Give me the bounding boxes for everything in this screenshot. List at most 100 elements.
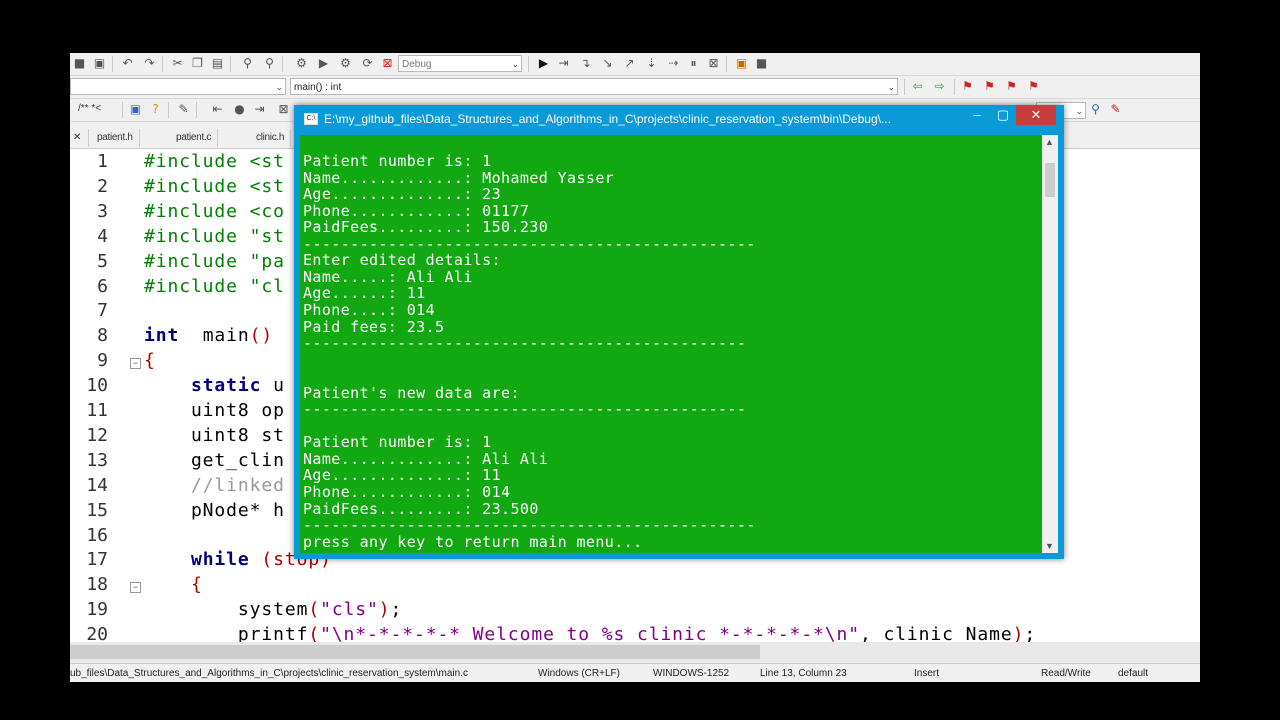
replace-icon[interactable]: ⚲ <box>262 56 277 71</box>
copy-icon[interactable]: ❐ <box>190 56 205 71</box>
console-line: Age..............: 23 <box>303 185 502 204</box>
code-line[interactable]: #include "st <box>144 226 285 247</box>
tab-patient-c[interactable]: patient.c <box>170 129 219 147</box>
code-line[interactable]: int main() <box>144 325 273 346</box>
prev-change-icon[interactable]: ⇤ <box>210 102 225 117</box>
debug-run-icon[interactable]: ▶ <box>536 56 551 71</box>
rebuild-icon[interactable]: ⟳ <box>360 56 375 71</box>
code-line[interactable]: printf("\n*-*-*-*-* Welcome to %s clinic… <box>144 624 1036 642</box>
encoding: WINDOWS-1252 <box>653 668 730 679</box>
code-token: , clinic_Name <box>859 624 1013 642</box>
undo-icon[interactable]: ↶ <box>120 56 135 71</box>
line-number: 20 <box>86 624 108 642</box>
tab-patient-h[interactable]: patient.h <box>91 129 140 147</box>
bookmark-toggle-icon[interactable]: ⚑ <box>960 79 975 94</box>
code-token: #include <st <box>144 175 285 197</box>
build-target-combo[interactable]: Debug ⌄ <box>398 55 522 72</box>
find-icon[interactable]: ⚲ <box>240 56 255 71</box>
next-line-icon[interactable]: ↴ <box>578 56 593 71</box>
save-icon[interactable]: ■ <box>72 56 87 71</box>
code-line[interactable]: #include <st <box>144 176 285 197</box>
code-line[interactable]: { <box>144 574 203 595</box>
comment-block-button[interactable]: /** *< <box>78 103 101 114</box>
fold-toggle-icon[interactable]: − <box>130 358 141 370</box>
line-number: 19 <box>86 599 108 621</box>
line-number: 18 <box>86 574 108 596</box>
code-line[interactable]: //linked <box>144 475 285 496</box>
code-line[interactable]: #include <co <box>144 201 285 222</box>
status-bar: ub_files\Data_Structures_and_Algorithms_… <box>70 663 1200 682</box>
bookmark-next-icon[interactable]: ⚑ <box>1004 79 1019 94</box>
close-tab-icon[interactable]: ✕ <box>70 129 89 147</box>
code-line[interactable]: static u <box>144 375 285 396</box>
doc-icon[interactable]: ▣ <box>128 102 143 117</box>
run-to-cursor-icon[interactable]: ⇥ <box>556 56 571 71</box>
pause-icon[interactable]: ⏸ <box>686 56 701 71</box>
step-instruction-icon[interactable]: ⇢ <box>666 56 681 71</box>
various-info-icon[interactable]: ■ <box>754 56 769 71</box>
code-token: pNode* h <box>144 499 285 521</box>
code-line[interactable]: uint8 st <box>144 425 285 446</box>
jump-forward-icon[interactable]: ⇨ <box>932 79 947 94</box>
save-all-icon[interactable]: ▣ <box>92 56 107 71</box>
maximize-icon[interactable]: ▢ <box>992 105 1014 125</box>
build-settings-icon[interactable]: ⚙ <box>294 56 309 71</box>
step-into-icon[interactable]: ↘ <box>600 56 615 71</box>
build-run-icon[interactable]: ⚙ <box>338 56 353 71</box>
scroll-down-icon[interactable]: ▼ <box>1045 541 1054 551</box>
code-line[interactable]: pNode* h <box>144 500 285 521</box>
code-token: //linked <box>190 474 285 496</box>
code-line[interactable]: { <box>144 350 156 371</box>
next-instruction-icon[interactable]: ⇣ <box>644 56 659 71</box>
code-line[interactable]: system("cls"); <box>144 599 402 620</box>
code-line[interactable]: #include "pa <box>144 251 285 272</box>
horizontal-scrollbar[interactable] <box>70 642 1200 662</box>
scrollbar-thumb[interactable] <box>70 645 760 659</box>
language: default <box>1118 668 1149 679</box>
paste-icon[interactable]: ▤ <box>210 56 225 71</box>
close-icon[interactable]: ⊠ <box>276 102 291 117</box>
debug-windows-icon[interactable]: ▣ <box>734 56 749 71</box>
scroll-up-icon[interactable]: ▲ <box>1045 137 1054 147</box>
abort-icon[interactable]: ⊠ <box>380 56 395 71</box>
console-titlebar[interactable]: C:\ E:\my_github_files\Data_Structures_a… <box>294 105 1064 133</box>
code-line[interactable]: uint8 op <box>144 400 285 421</box>
bookmark-prev-icon[interactable]: ⚑ <box>982 79 997 94</box>
fold-toggle-icon[interactable]: − <box>130 582 141 594</box>
code-line[interactable]: get_clin <box>144 450 285 471</box>
console-line: Phone....: 014 <box>303 300 436 319</box>
code-line[interactable]: #include "cl <box>144 276 285 297</box>
code-token: static <box>190 375 262 397</box>
code-line[interactable]: #include <st <box>144 151 285 172</box>
help-icon[interactable]: ? <box>148 102 163 117</box>
jump-back-icon[interactable]: ⇦ <box>910 79 925 94</box>
code-token: printf <box>144 624 309 642</box>
line-endings: Windows (CR+LF) <box>538 668 620 679</box>
tab-clinic-h[interactable]: clinic.h <box>250 129 292 147</box>
console-title: E:\my_github_files\Data_Structures_and_A… <box>324 112 891 126</box>
close-icon[interactable]: ✕ <box>1016 105 1056 125</box>
code-completion-toolbar: ⌄ main() : int ⌄ ⇦ ⇨ ⚑ ⚑ ⚑ ⚑ <box>70 76 1200 99</box>
stop-icon[interactable]: ⊠ <box>706 56 721 71</box>
console-scrollbar[interactable]: ▲ ▼ <box>1042 135 1058 553</box>
bookmark-clear-icon[interactable]: ⚑ <box>1026 79 1041 94</box>
scrollbar-thumb[interactable] <box>1045 163 1055 197</box>
code-token: system <box>144 599 309 621</box>
next-change-icon[interactable]: ⇥ <box>252 102 267 117</box>
minimize-icon[interactable]: – <box>966 105 988 125</box>
settings-icon[interactable]: ✎ <box>176 102 191 117</box>
redo-icon[interactable]: ↷ <box>142 56 157 71</box>
console-line: PaidFees.........: 23.500 <box>303 499 539 518</box>
step-out-icon[interactable]: ↗ <box>622 56 637 71</box>
search-icon[interactable]: ⚲ <box>1088 102 1103 117</box>
console-window[interactable]: C:\ E:\my_github_files\Data_Structures_a… <box>294 105 1064 559</box>
scope-combo[interactable]: ⌄ <box>70 78 286 95</box>
tools-icon[interactable]: ✎ <box>1108 102 1123 117</box>
console-line: Phone............: 01177 <box>303 201 530 220</box>
run-icon[interactable]: ▶ <box>316 56 331 71</box>
function-combo[interactable]: main() : int ⌄ <box>290 78 898 95</box>
line-number: 6 <box>97 275 108 297</box>
bullet-icon[interactable]: ● <box>232 102 247 117</box>
cut-icon[interactable]: ✂ <box>170 56 185 71</box>
